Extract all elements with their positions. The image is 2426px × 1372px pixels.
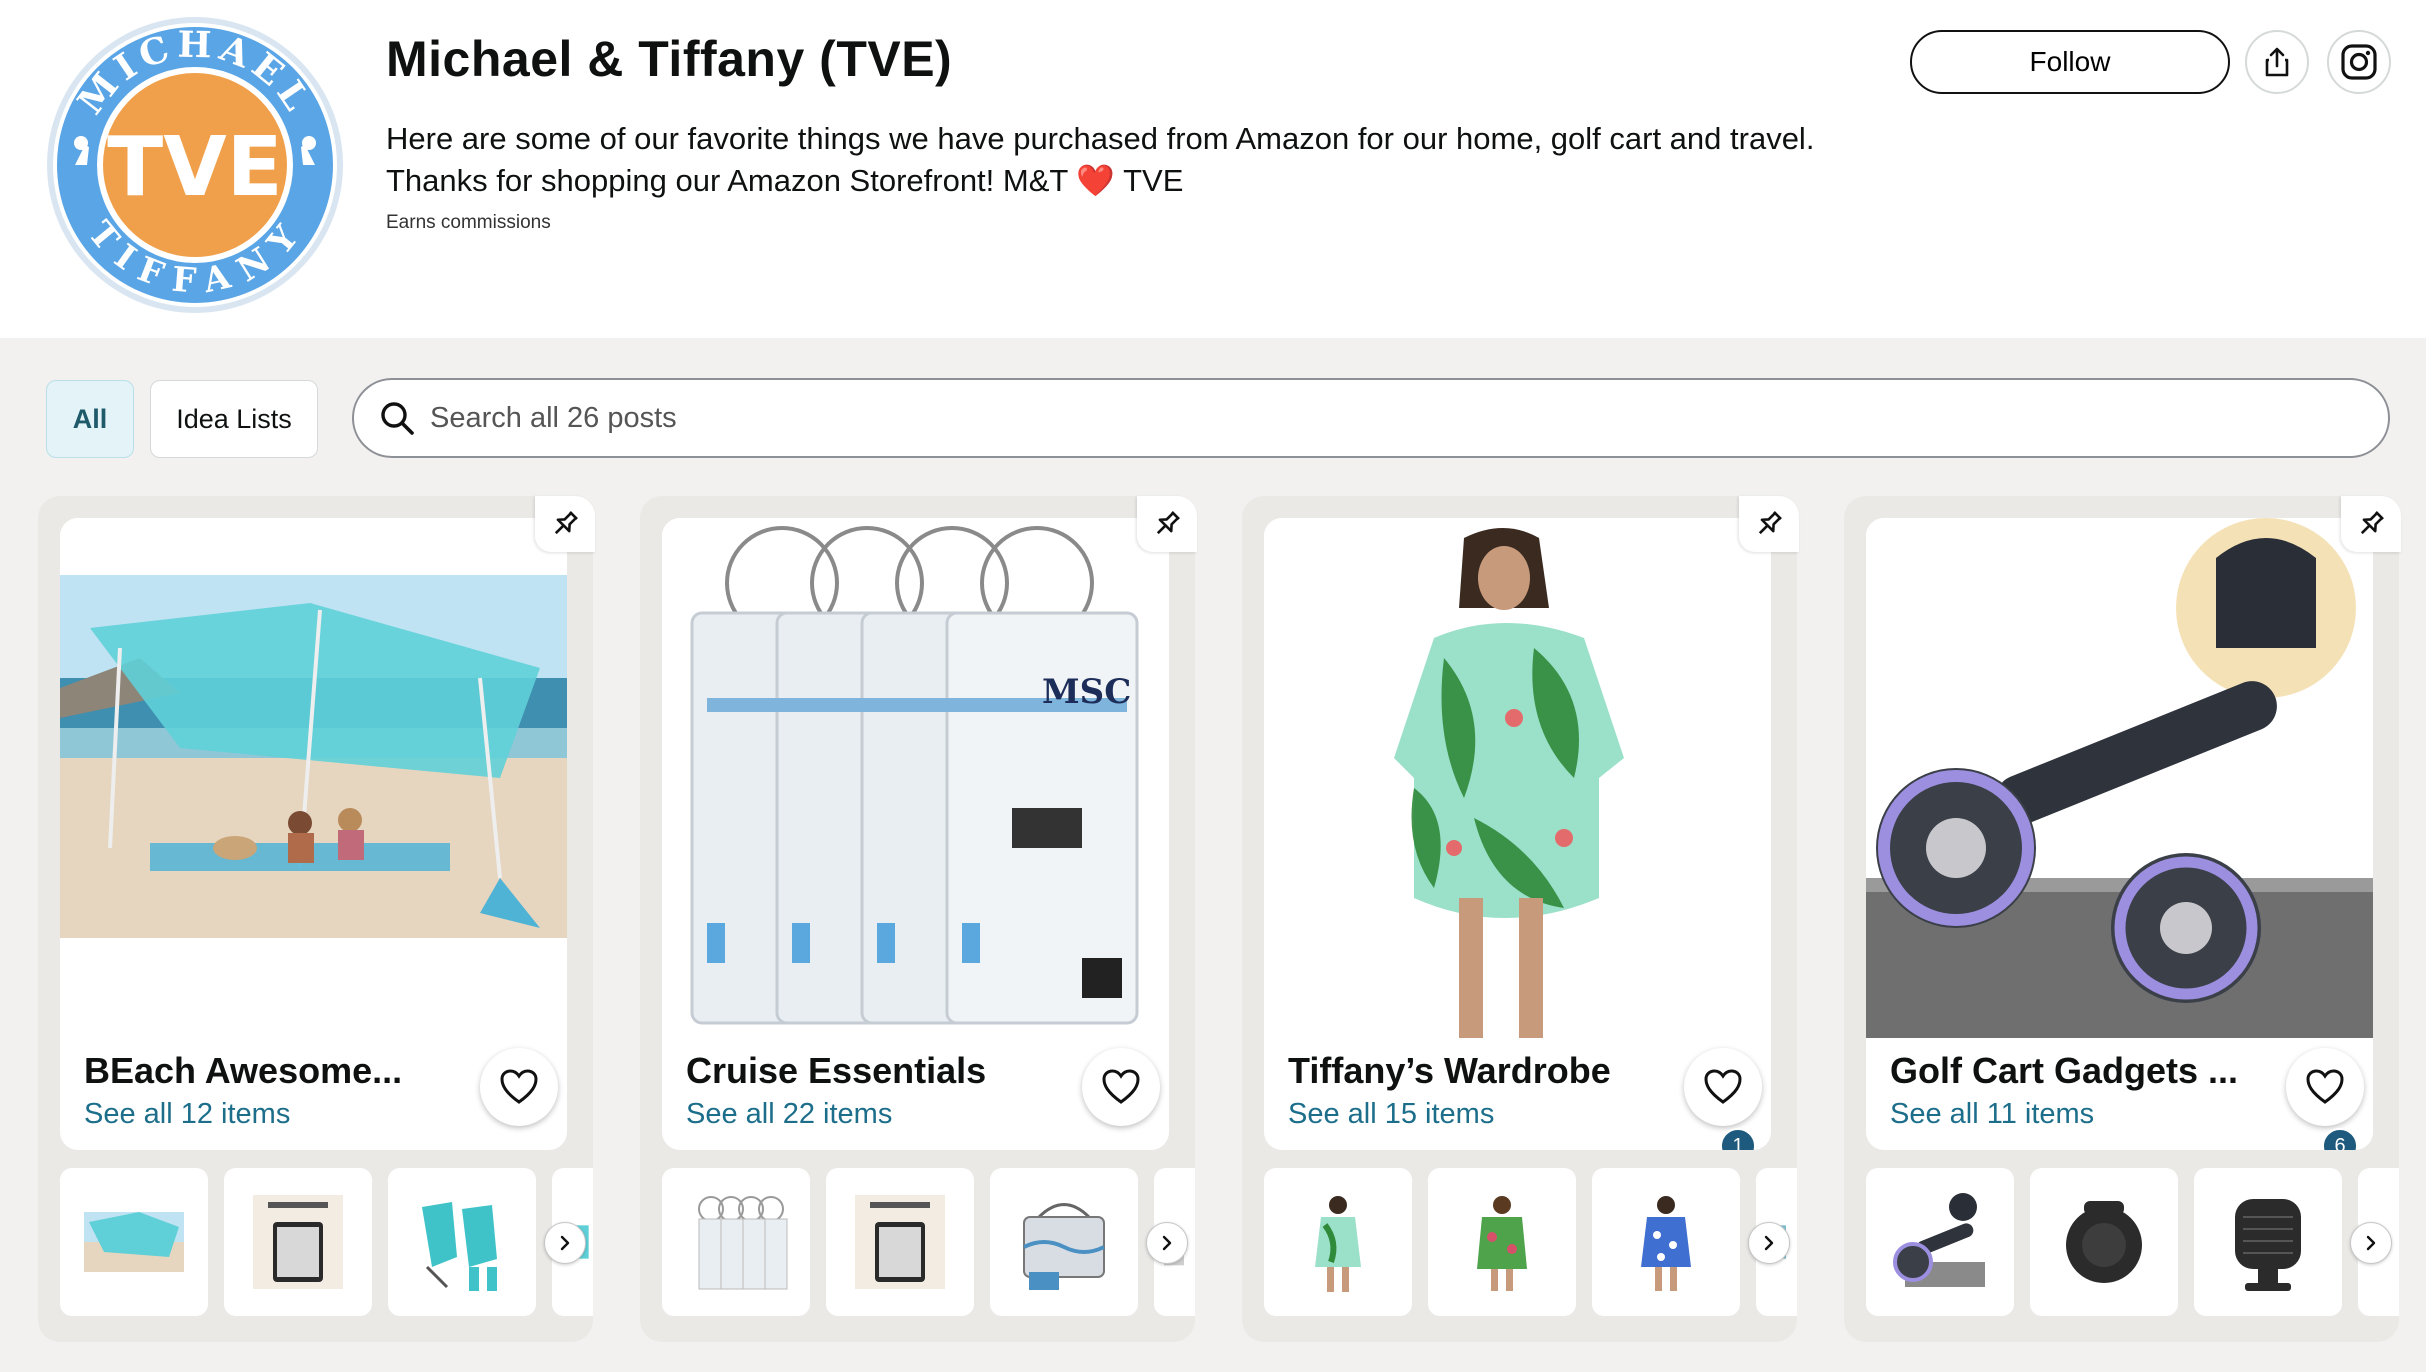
heart-icon	[1704, 1069, 1742, 1104]
share-button[interactable]	[2245, 30, 2309, 94]
card-title[interactable]: Tiffany’s Wardrobe	[1288, 1050, 1668, 1092]
pin-icon	[2360, 511, 2384, 535]
thumbnail-item[interactable]	[990, 1168, 1138, 1316]
search-input[interactable]	[430, 401, 2330, 435]
chevron-right-icon	[560, 1235, 570, 1251]
instagram-button[interactable]	[2327, 30, 2391, 94]
pin-icon	[554, 511, 578, 535]
description-line-1: Here are some of our favorite things we …	[386, 121, 1815, 156]
card-content: MSC Cruise Essentials See all 22 items	[662, 518, 1169, 1150]
card-title[interactable]: BEach Awesome...	[84, 1050, 464, 1092]
thumbnail-item[interactable]	[1428, 1168, 1576, 1316]
description-line-2-text: Thanks for shopping our Amazon Storefron…	[386, 163, 1068, 198]
filter-idea-lists-button[interactable]: Idea Lists	[150, 380, 318, 458]
thumbnail-item[interactable]	[2194, 1168, 2342, 1316]
pin-icon	[1758, 511, 1782, 535]
instagram-icon	[2341, 44, 2377, 80]
follow-button[interactable]: Follow	[1910, 30, 2230, 94]
thumbnail-item[interactable]	[826, 1168, 974, 1316]
thumbnails-next-button[interactable]	[2350, 1222, 2392, 1264]
idea-list-card-wardrobe[interactable]: Tiffany’s Wardrobe See all 15 items 1	[1242, 496, 1799, 1342]
see-all-link[interactable]: See all 12 items	[84, 1098, 290, 1131]
red-heart-icon: ❤️	[1076, 163, 1116, 198]
share-icon	[2265, 47, 2289, 77]
like-count-badge: 6	[2322, 1128, 2358, 1150]
card-title[interactable]: Cruise Essentials	[686, 1050, 1066, 1092]
card-content: Tiffany’s Wardrobe See all 15 items 1	[1264, 518, 1771, 1150]
like-button[interactable]	[480, 1048, 558, 1126]
thumbnail-item[interactable]	[388, 1168, 536, 1316]
chevron-right-icon	[2366, 1235, 2376, 1251]
card-thumbnails	[1866, 1168, 2399, 1318]
card-cover-image[interactable]	[60, 518, 567, 1038]
profile-header: MICHAEL TIFFANY TVE Michael & Tiffany (T…	[0, 0, 2426, 338]
pin-button[interactable]	[2341, 496, 2401, 552]
profile-title: Michael & Tiffany (TVE)	[386, 31, 953, 87]
like-button[interactable]	[1082, 1048, 1160, 1126]
card-thumbnails	[662, 1168, 1195, 1318]
thumbnail-item[interactable]	[224, 1168, 372, 1316]
thumbnail-item[interactable]	[2030, 1168, 2178, 1316]
idea-list-card-golf-cart[interactable]: Golf Cart Gadgets ... See all 11 items 6	[1844, 496, 2401, 1342]
pin-button[interactable]	[1137, 496, 1197, 552]
see-all-link[interactable]: See all 15 items	[1288, 1098, 1494, 1131]
logo-center-text: TVE	[107, 120, 282, 215]
earns-commissions-label: Earns commissions	[386, 212, 551, 233]
thumbnail-item[interactable]	[60, 1168, 208, 1316]
card-content: BEach Awesome... See all 12 items	[60, 518, 567, 1150]
search-icon	[376, 397, 418, 439]
search-bar	[352, 378, 2390, 458]
like-button[interactable]	[2286, 1048, 2364, 1126]
idea-list-card-cruise[interactable]: MSC Cruise Essentials See all 22 items	[640, 496, 1197, 1342]
profile-description: Here are some of our favorite things we …	[386, 118, 1886, 202]
card-title[interactable]: Golf Cart Gadgets ...	[1890, 1050, 2270, 1092]
profile-logo: MICHAEL TIFFANY TVE	[45, 15, 345, 315]
thumbnails-next-button[interactable]	[1146, 1222, 1188, 1264]
card-content: Golf Cart Gadgets ... See all 11 items 6	[1866, 518, 2373, 1150]
like-button[interactable]	[1684, 1048, 1762, 1126]
card-cover-image[interactable]: MSC	[662, 518, 1169, 1038]
see-all-link[interactable]: See all 11 items	[1890, 1098, 2094, 1131]
chevron-right-icon	[1764, 1235, 1774, 1251]
pin-icon	[1156, 511, 1180, 535]
description-line-2-signoff: TVE	[1123, 163, 1184, 198]
heart-icon	[500, 1069, 538, 1104]
chevron-right-icon	[1162, 1235, 1172, 1251]
description-line-2: Thanks for shopping our Amazon Storefron…	[386, 160, 1886, 202]
see-all-link[interactable]: See all 22 items	[686, 1098, 892, 1131]
thumbnails-next-button[interactable]	[1748, 1222, 1790, 1264]
thumbnail-item[interactable]	[1866, 1168, 2014, 1316]
heart-icon	[1102, 1069, 1140, 1104]
thumbnail-item[interactable]	[1264, 1168, 1412, 1316]
heart-icon	[2306, 1069, 2344, 1104]
filter-all-button[interactable]: All	[46, 380, 134, 458]
like-count-badge: 1	[1720, 1128, 1756, 1150]
thumbnail-item[interactable]	[662, 1168, 810, 1316]
card-thumbnails	[60, 1168, 593, 1318]
pin-button[interactable]	[535, 496, 595, 552]
pin-button[interactable]	[1739, 496, 1799, 552]
card-thumbnails	[1264, 1168, 1797, 1318]
thumbnails-next-button[interactable]	[544, 1222, 586, 1264]
card-cover-image[interactable]	[1866, 518, 2373, 1038]
svg-text:MSC: MSC	[1042, 672, 1131, 712]
thumbnail-item[interactable]	[1592, 1168, 1740, 1316]
idea-list-card-beach[interactable]: BEach Awesome... See all 12 items	[38, 496, 595, 1342]
card-cover-image[interactable]	[1264, 518, 1771, 1038]
